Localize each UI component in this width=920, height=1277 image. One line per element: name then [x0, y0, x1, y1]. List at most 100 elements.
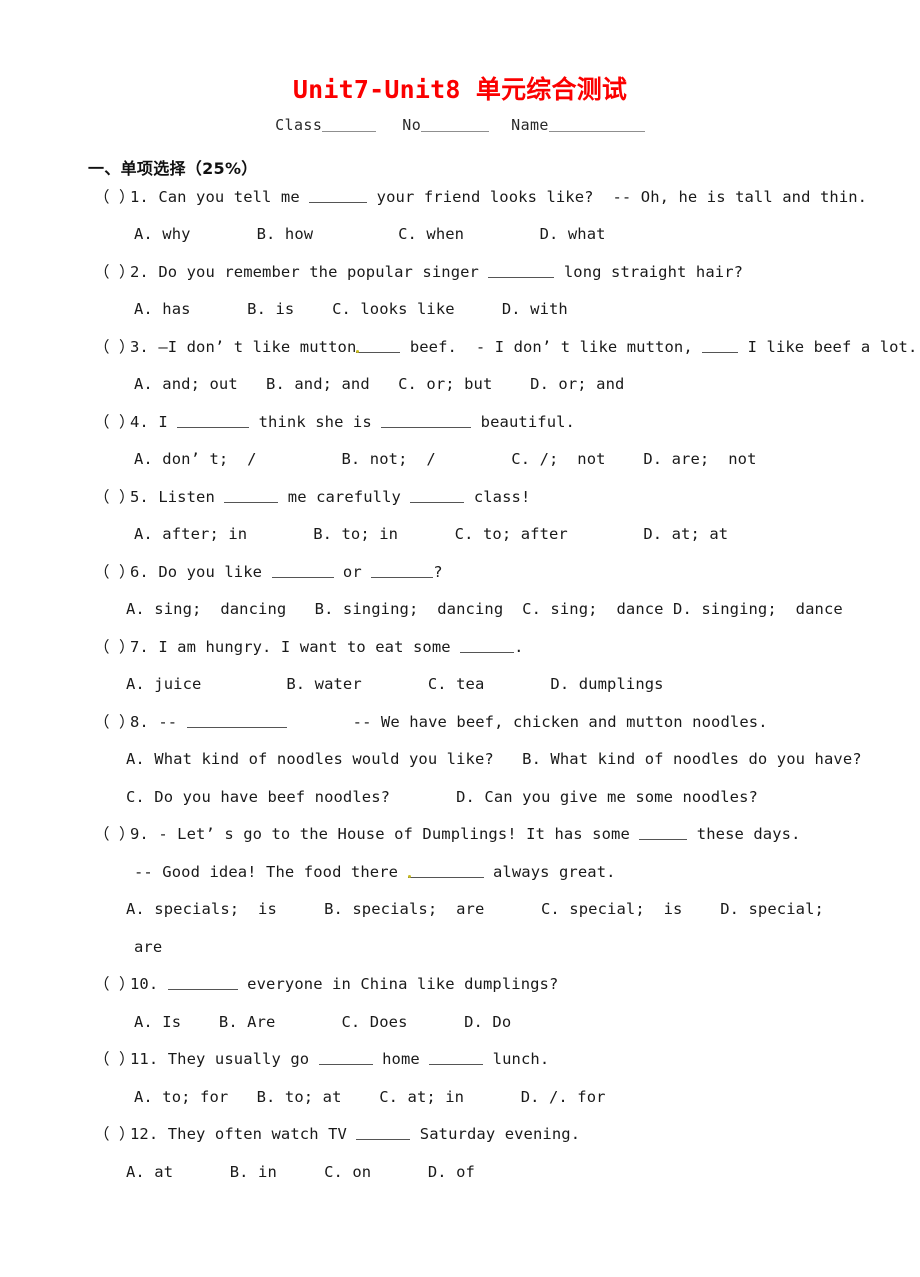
question-5-blank-2[interactable]: [410, 490, 465, 503]
question-9-options-wrap[interactable]: are: [0, 929, 920, 967]
question-2-blank[interactable]: [488, 265, 555, 278]
question-4-blank-2[interactable]: [381, 415, 472, 428]
question-4-stem: （ ）4. I think she is beautiful.: [0, 404, 920, 442]
question-2-text-after: long straight hair?: [554, 262, 744, 281]
question-12: （ ）12. They often watch TV Saturday even…: [0, 1116, 920, 1191]
question-1-answer-box[interactable]: （ ）: [94, 179, 135, 217]
question-7-text-after: .: [514, 637, 524, 656]
page-title: Unit7-Unit8 单元综合测试: [292, 75, 628, 104]
question-7-answer-box[interactable]: （ ）: [94, 629, 135, 667]
question-3-text-mid: beef. - I don’ t like mutton,: [400, 337, 703, 356]
question-4-text-after: beautiful.: [471, 412, 575, 431]
question-2-stem: （ ）2. Do you remember the popular singer…: [0, 254, 920, 292]
question-10-blank[interactable]: [167, 977, 238, 991]
question-6-stem: （ ）6. Do you like or ?: [0, 554, 920, 592]
question-3-blank-2[interactable]: [702, 340, 739, 353]
question-9-number: 9.: [130, 825, 149, 844]
question-11: （ ）11. They usually go home lunch. A. to…: [0, 1041, 920, 1116]
question-9-blank-1[interactable]: [639, 827, 688, 841]
question-2-options[interactable]: A. has B. is C. looks like D. with: [0, 291, 920, 329]
question-1: （ ）1. Can you tell me your friend looks …: [0, 179, 920, 254]
question-5-text-after: class!: [464, 487, 531, 506]
question-9-text-after: these days.: [687, 825, 801, 844]
question-4-options[interactable]: A. don’ t; / B. not; / C. /; not D. are;…: [0, 441, 920, 479]
document-page: Unit7-Unit8 单元综合测试 Class No Name 一、单项选择（25…: [0, 0, 920, 1277]
question-3-stem: （ ）3. —I don’ t like mutton beef. - I do…: [0, 329, 920, 367]
question-9-answer-box[interactable]: （ ）: [94, 816, 135, 854]
question-5-options[interactable]: A. after; in B. to; in C. to; after D. a…: [0, 516, 920, 554]
question-6-options[interactable]: A. sing; dancing B. singing; dancing C. …: [0, 591, 920, 629]
question-8-text-after: -- We have beef, chicken and mutton nood…: [286, 712, 768, 731]
question-11-options[interactable]: A. to; for B. to; at C. at; in D. /. for: [0, 1079, 920, 1117]
question-1-blank[interactable]: [309, 190, 368, 203]
question-7-text-before: I am hungry. I want to eat some: [158, 637, 461, 656]
question-7-number: 7.: [130, 637, 149, 656]
class-blank[interactable]: [322, 118, 377, 132]
question-4-blank-1[interactable]: [177, 415, 250, 428]
question-8: （ ）8. -- -- We have beef, chicken and mu…: [0, 704, 920, 817]
question-10-options[interactable]: A. Is B. Are C. Does D. Do: [0, 1004, 920, 1042]
question-5-answer-box[interactable]: （ ）: [94, 479, 135, 517]
question-1-text-before: Can you tell me: [158, 187, 310, 206]
student-id-line: Class No Name: [0, 116, 920, 134]
question-5-text-before: Listen: [158, 487, 225, 506]
question-list: （ ）1. Can you tell me your friend looks …: [0, 179, 920, 1192]
scan-speck: [407, 874, 411, 878]
question-8-blank[interactable]: [186, 715, 287, 728]
question-7-options[interactable]: A. juice B. water C. tea D. dumplings: [0, 666, 920, 704]
question-11-text-after: lunch.: [483, 1050, 550, 1069]
question-3: （ ）3. —I don’ t like mutton beef. - I do…: [0, 329, 920, 404]
question-6-blank-1[interactable]: [271, 565, 334, 578]
question-12-text-after: Saturday evening.: [410, 1125, 581, 1144]
question-1-options[interactable]: A. why B. how C. when D. what: [0, 216, 920, 254]
question-1-text-after: your friend looks like? -- Oh, he is tal…: [367, 187, 868, 206]
question-3-answer-box[interactable]: （ ）: [94, 329, 135, 367]
question-6-blank-2[interactable]: [371, 565, 434, 578]
no-label: No: [402, 115, 422, 134]
question-8-answer-box[interactable]: （ ）: [94, 704, 135, 742]
question-12-options[interactable]: A. at B. in C. on D. of: [0, 1154, 920, 1192]
question-11-stem: （ ）11. They usually go home lunch.: [0, 1041, 920, 1079]
question-11-number: 11.: [130, 1050, 159, 1069]
question-4-text-mid: think she is: [249, 412, 382, 431]
question-11-blank-1[interactable]: [318, 1052, 373, 1066]
question-10-text-after: everyone in China like dumplings?: [237, 975, 559, 994]
question-8-options-line-2[interactable]: C. Do you have beef noodles? D. Can you …: [0, 779, 920, 817]
question-6: （ ）6. Do you like or ? A. sing; dancing …: [0, 554, 920, 629]
question-2: （ ）2. Do you remember the popular singer…: [0, 254, 920, 329]
no-blank[interactable]: [421, 118, 490, 132]
question-2-text-before: Do you remember the popular singer: [158, 262, 489, 281]
question-9-blank-2[interactable]: [407, 865, 484, 878]
question-6-answer-box[interactable]: （ ）: [94, 554, 135, 592]
question-4: （ ）4. I think she is beautiful. A. don’ …: [0, 404, 920, 479]
question-10-stem: （ ）10. everyone in China like dumplings?: [0, 966, 920, 1004]
question-12-blank[interactable]: [356, 1127, 411, 1141]
name-blank[interactable]: [548, 118, 645, 132]
question-6-text-before: Do you like: [158, 562, 272, 581]
question-5-text-mid: me carefully: [278, 487, 411, 506]
question-11-answer-box[interactable]: （ ）: [94, 1041, 135, 1079]
question-4-answer-box[interactable]: （ ）: [94, 404, 135, 442]
section-heading-multiple-choice: 一、单项选择（25%）: [88, 158, 258, 178]
question-7-blank[interactable]: [460, 640, 515, 653]
question-10-number: 10.: [130, 975, 159, 994]
question-5: （ ）5. Listen me carefully class! A. afte…: [0, 479, 920, 554]
question-12-answer-box[interactable]: （ ）: [94, 1116, 135, 1154]
question-9-text-before: - Let’ s go to the House of Dumplings! I…: [158, 825, 640, 844]
question-8-number: 8.: [130, 712, 149, 731]
question-10-answer-box[interactable]: （ ）: [94, 966, 135, 1004]
question-2-number: 2.: [130, 262, 149, 281]
question-8-options-line-1[interactable]: A. What kind of noodles would you like? …: [0, 741, 920, 779]
question-4-text-before: I: [158, 412, 178, 431]
question-9-options-line-1[interactable]: A. specials; is B. specials; are C. spec…: [0, 891, 920, 929]
question-3-blank-1[interactable]: [356, 340, 401, 353]
question-2-answer-box[interactable]: （ ）: [94, 254, 135, 292]
question-5-blank-1[interactable]: [224, 490, 279, 503]
question-9-stem: （ ）9. - Let’ s go to the House of Dumpli…: [0, 816, 920, 854]
question-7: （ ）7. I am hungry. I want to eat some . …: [0, 629, 920, 704]
question-11-text-before: They usually go: [167, 1050, 319, 1069]
question-6-number: 6.: [130, 562, 149, 581]
question-3-options[interactable]: A. and; out B. and; and C. or; but D. or…: [0, 366, 920, 404]
question-11-blank-2[interactable]: [429, 1052, 484, 1066]
question-9-continuation: -- Good idea! The food there always grea…: [0, 854, 920, 892]
